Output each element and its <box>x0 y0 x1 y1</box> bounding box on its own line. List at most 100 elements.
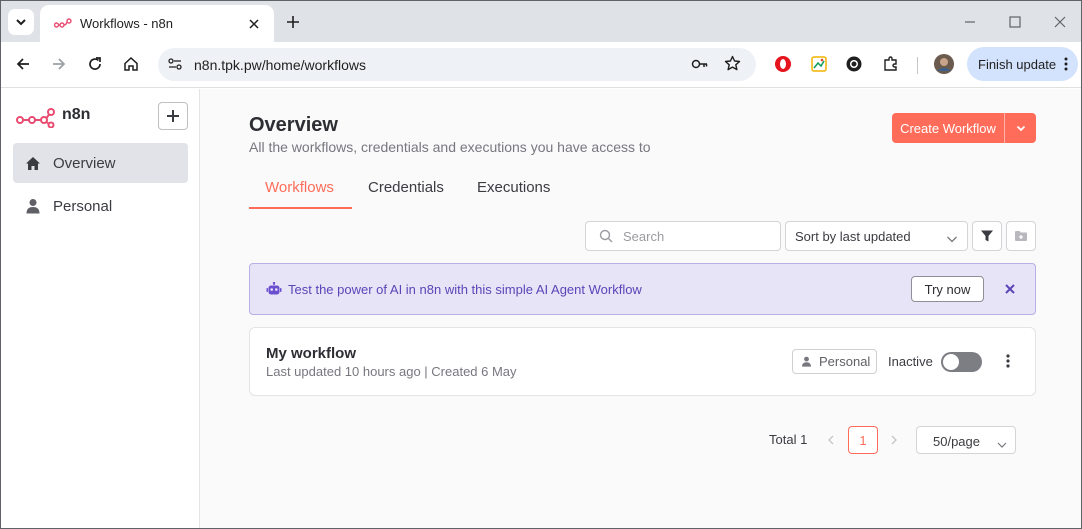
profile-avatar[interactable] <box>931 51 957 77</box>
browser-toolbar: n8n.tpk.pw/home/workflows Finish update <box>1 42 1081 88</box>
ai-agent-banner: Test the power of AI in n8n with this si… <box>249 263 1036 315</box>
finish-update-button[interactable]: Finish update <box>967 47 1078 81</box>
home-icon <box>26 156 40 170</box>
arrow-right-icon <box>53 58 66 70</box>
home-outline-icon <box>124 56 138 71</box>
puzzle-icon <box>884 56 897 71</box>
chevron-left-icon <box>828 435 834 445</box>
chevron-down-icon <box>1016 125 1025 132</box>
close-icon <box>1054 16 1066 28</box>
filter-button[interactable] <box>972 221 1002 251</box>
search-placeholder: Search <box>623 229 665 244</box>
workflow-card[interactable]: My workflow Last updated 10 hours ago | … <box>249 327 1036 396</box>
maximize-icon <box>1009 16 1021 28</box>
extensions-button[interactable] <box>878 51 904 77</box>
activate-toggle[interactable] <box>941 352 982 372</box>
main-content: Overview All the workflows, credentials … <box>201 89 1081 528</box>
sidebar-item-label: Overview <box>53 154 116 172</box>
back-button[interactable] <box>10 51 36 77</box>
next-page-button[interactable] <box>887 432 901 448</box>
tab-search-button[interactable] <box>8 9 34 35</box>
workflow-name[interactable]: My workflow <box>266 345 356 362</box>
home-button[interactable] <box>118 51 144 77</box>
n8n-app: n8n Overview Personal Overview All the w… <box>1 89 1081 528</box>
close-window-button[interactable] <box>1047 9 1073 35</box>
close-icon[interactable] <box>1002 281 1018 297</box>
password-key-icon[interactable] <box>691 56 709 77</box>
sidebar-item-label: Personal <box>53 197 113 215</box>
forward-button[interactable] <box>46 51 72 77</box>
browser-tab[interactable]: Workflows - n8n <box>40 5 274 42</box>
chevron-down-icon <box>946 231 958 249</box>
sort-label: Sort by last updated <box>795 229 911 244</box>
folder-plus-icon <box>1015 231 1027 241</box>
workflow-meta: Last updated 10 hours ago | Created 6 Ma… <box>266 364 517 379</box>
toggle-knob <box>943 354 959 370</box>
banner-text: Test the power of AI in n8n with this si… <box>288 282 642 297</box>
more-vertical-icon <box>1064 57 1068 71</box>
avatar-icon <box>934 54 954 74</box>
arrow-left-icon <box>16 58 29 70</box>
active-tab-indicator <box>249 207 352 209</box>
owner-badge: Personal <box>792 349 877 374</box>
page-title: Overview <box>249 114 338 136</box>
status-label: Inactive <box>888 354 933 369</box>
site-settings-icon[interactable] <box>167 56 183 77</box>
tab-workflows[interactable]: Workflows <box>265 179 334 209</box>
image-extension-icon <box>811 56 827 72</box>
pagination-total: Total 1 <box>769 432 808 447</box>
prev-page-button[interactable] <box>824 432 838 448</box>
owner-label: Personal <box>819 354 871 369</box>
filter-icon <box>981 230 993 242</box>
address-bar[interactable]: n8n.tpk.pw/home/workflows <box>158 48 756 81</box>
sidebar-item-personal[interactable]: Personal <box>13 186 188 226</box>
page-number-button[interactable]: 1 <box>848 426 878 454</box>
tab-close-icon[interactable] <box>244 14 264 34</box>
logo-text: n8n <box>62 106 91 123</box>
toolbar-divider <box>917 57 918 74</box>
more-vertical-icon[interactable] <box>1000 350 1016 372</box>
chevron-down-icon <box>997 436 1007 454</box>
n8n-logo-icon <box>16 108 56 133</box>
minimize-button[interactable] <box>957 9 983 35</box>
chevron-right-icon <box>891 435 897 445</box>
add-button[interactable] <box>158 102 188 130</box>
user-icon <box>26 199 40 214</box>
sort-select[interactable]: Sort by last updated <box>785 221 968 251</box>
page-subtitle: All the workflows, credentials and execu… <box>249 139 651 155</box>
sun-extension-button[interactable] <box>841 51 867 77</box>
create-workflow-label[interactable]: Create Workflow <box>892 113 1005 143</box>
tab-strip: Workflows - n8n <box>1 1 1081 42</box>
url-text: n8n.tpk.pw/home/workflows <box>194 57 366 73</box>
page-size-label: 50/page <box>933 434 980 449</box>
maximize-button[interactable] <box>1002 9 1028 35</box>
finish-update-label: Finish update <box>978 56 1057 72</box>
reload-icon <box>89 57 101 70</box>
search-input[interactable]: Search <box>585 221 781 251</box>
opera-extension-button[interactable] <box>770 51 796 77</box>
new-tab-button[interactable] <box>282 11 304 33</box>
browser-window: Workflows - n8n n8n.tpk.pw/home/workflow… <box>0 0 1082 529</box>
n8n-favicon-icon <box>54 17 72 28</box>
page-size-select[interactable]: 50/page <box>916 426 1016 454</box>
plus-icon <box>287 16 299 28</box>
bookmark-star-icon[interactable] <box>724 55 741 77</box>
chevron-down-icon <box>16 19 26 26</box>
search-icon <box>599 229 613 248</box>
image-extension-button[interactable] <box>806 51 832 77</box>
tab-title: Workflows - n8n <box>80 16 173 31</box>
sidebar-item-overview[interactable]: Overview <box>13 143 188 183</box>
minimize-icon <box>965 21 975 23</box>
try-now-button[interactable]: Try now <box>911 276 984 302</box>
reload-button[interactable] <box>82 51 108 77</box>
plus-icon <box>167 110 179 122</box>
create-workflow-button[interactable]: Create Workflow <box>892 113 1036 143</box>
sidebar: n8n Overview Personal <box>1 89 200 528</box>
robot-icon <box>266 281 282 302</box>
sun-extension-icon <box>846 56 862 72</box>
user-icon <box>802 356 811 367</box>
create-dropdown-button[interactable] <box>1005 113 1036 143</box>
tab-executions[interactable]: Executions <box>477 179 550 209</box>
tab-credentials[interactable]: Credentials <box>368 179 444 209</box>
new-folder-button[interactable] <box>1006 221 1036 251</box>
